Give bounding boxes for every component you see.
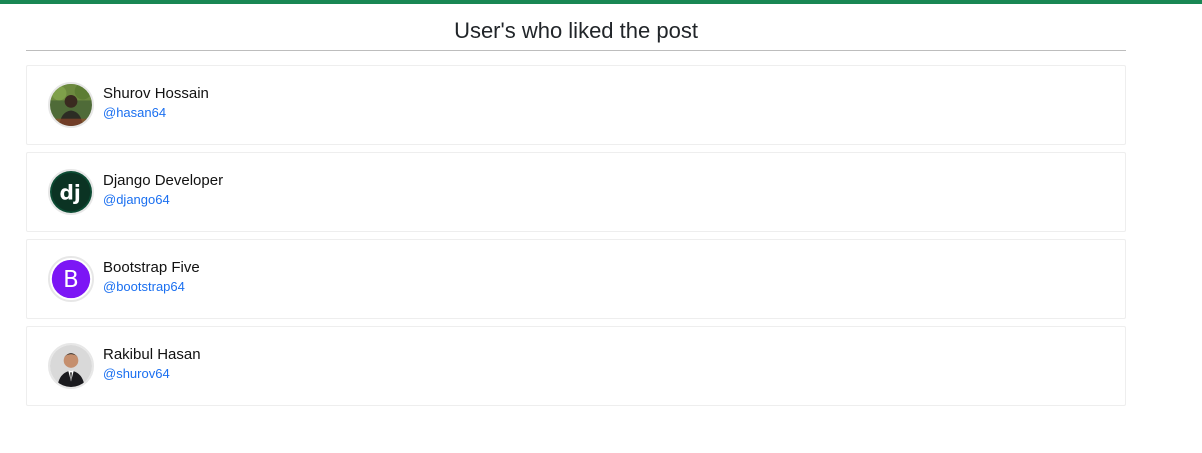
user-name[interactable]: Shurov Hossain xyxy=(103,84,209,104)
list-item[interactable]: B Bootstrap Five @bootstrap64 xyxy=(26,239,1126,319)
person-photo-icon xyxy=(50,84,92,126)
title-divider xyxy=(26,50,1126,51)
bootstrap-logo-text: B xyxy=(63,267,79,293)
bootstrap-logo-icon: B xyxy=(50,258,92,300)
user-handle-link[interactable]: @django64 xyxy=(103,191,223,209)
user-name[interactable]: Django Developer xyxy=(103,171,223,191)
list-item[interactable]: Rakibul Hasan @shurov64 xyxy=(26,326,1126,406)
user-handle-link[interactable]: @bootstrap64 xyxy=(103,278,200,296)
django-logo-text: dj xyxy=(59,180,80,204)
user-list: Shurov Hossain @hasan64 dj Django Develo… xyxy=(26,65,1126,406)
list-item[interactable]: dj Django Developer @django64 xyxy=(26,152,1126,232)
avatar[interactable] xyxy=(48,343,94,389)
user-handle-link[interactable]: @hasan64 xyxy=(103,104,209,122)
user-name[interactable]: Bootstrap Five xyxy=(103,258,200,278)
likes-container: User's who liked the post Shurov Hossain… xyxy=(26,4,1126,413)
person-photo-icon xyxy=(50,345,92,387)
page-title: User's who liked the post xyxy=(454,18,698,43)
user-handle-link[interactable]: @shurov64 xyxy=(103,365,201,383)
avatar[interactable]: dj xyxy=(48,169,94,215)
avatar[interactable]: B xyxy=(48,256,94,302)
user-name[interactable]: Rakibul Hasan xyxy=(103,345,201,365)
django-logo-icon: dj xyxy=(50,171,92,213)
list-item[interactable]: Shurov Hossain @hasan64 xyxy=(26,65,1126,145)
avatar[interactable] xyxy=(48,82,94,128)
